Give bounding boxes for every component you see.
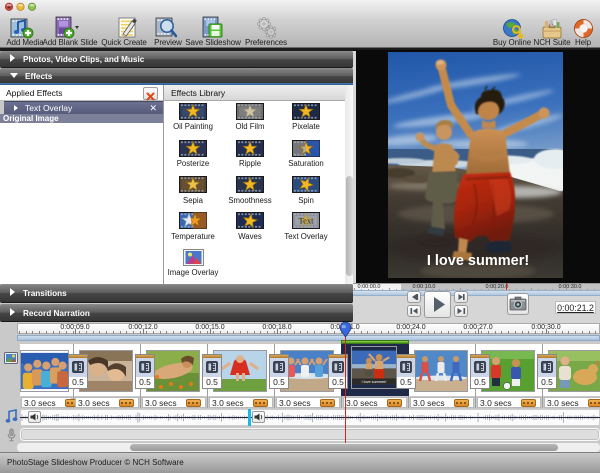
svg-text:I love summer!: I love summer! [427, 253, 529, 269]
svg-text:Text: Text [299, 216, 315, 226]
svg-text:I love summer!: I love summer! [362, 380, 387, 384]
